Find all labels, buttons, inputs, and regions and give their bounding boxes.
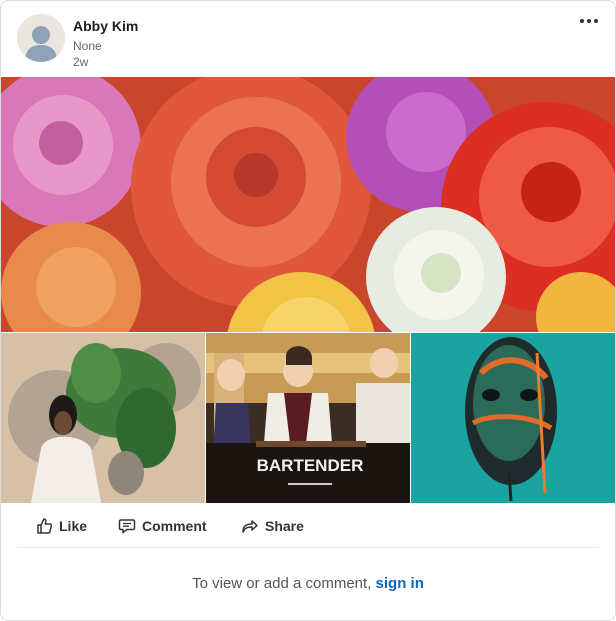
share-label: Share	[265, 518, 304, 534]
author-headline: None	[73, 39, 102, 53]
thumbnail-caption: BARTENDER	[257, 456, 364, 475]
default-person-icon	[17, 14, 65, 62]
dot	[580, 19, 584, 23]
comment-button[interactable]: Comment	[118, 515, 207, 537]
post-header: Abby Kim None 2w	[1, 1, 615, 77]
post-hero-image[interactable]	[1, 77, 615, 332]
plant-illustration-image	[1, 333, 205, 503]
thumbnail-plant-illustration[interactable]	[1, 333, 205, 503]
like-button[interactable]: Like	[35, 515, 87, 537]
more-options-icon[interactable]	[577, 15, 601, 27]
post-thumbnail-row: BARTENDER	[1, 333, 615, 503]
comment-signin-prompt: To view or add a comment, sign in	[1, 575, 615, 592]
author-avatar[interactable]	[17, 14, 65, 62]
share-button[interactable]: Share	[241, 515, 304, 537]
social-actions-bar: Like Comment Share	[17, 503, 599, 548]
roses-image	[1, 77, 615, 332]
wrestling-mask-image	[411, 333, 615, 503]
thumbs-up-icon	[37, 518, 53, 534]
thumbnail-mask[interactable]	[411, 333, 615, 503]
dot	[587, 19, 591, 23]
signin-prompt-text: To view or add a comment,	[192, 575, 372, 592]
share-arrow-icon	[242, 520, 258, 533]
dot	[594, 19, 598, 23]
post-timestamp: 2w	[73, 55, 89, 69]
bartender-image: BARTENDER	[206, 333, 410, 503]
speech-bubble-icon	[118, 519, 136, 534]
post-card: Abby Kim None 2w BARTENDER Like Comment …	[0, 0, 616, 621]
comment-label: Comment	[142, 518, 207, 534]
like-label: Like	[59, 518, 88, 534]
thumbnail-bartender[interactable]: BARTENDER	[206, 333, 410, 503]
author-name[interactable]: Abby Kim	[73, 18, 138, 34]
signin-link[interactable]: sign in	[376, 575, 424, 592]
